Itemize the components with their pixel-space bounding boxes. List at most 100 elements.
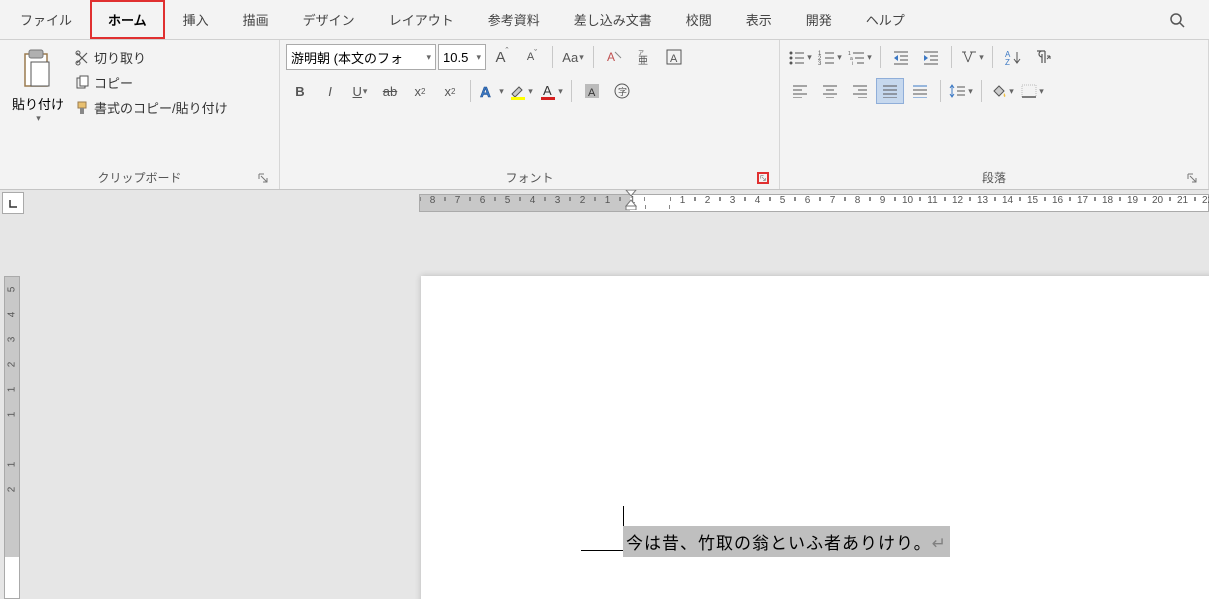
tab-help[interactable]: ヘルプ	[850, 2, 921, 37]
paint-bucket-icon	[990, 83, 1008, 99]
indent-marker[interactable]	[624, 190, 638, 210]
numbering-button[interactable]: 123▾	[816, 44, 844, 70]
char-shading-icon: A	[583, 82, 601, 100]
phonetic-guide-button[interactable]: ア亜	[630, 44, 658, 70]
shading-button[interactable]: ▾	[988, 78, 1016, 104]
chevron-down-icon: ▾	[426, 52, 431, 63]
menu-tabs: ファイル ホーム 挿入 描画 デザイン レイアウト 参考資料 差し込み文書 校閲…	[0, 0, 1209, 40]
tab-developer[interactable]: 開発	[790, 2, 848, 37]
multilevel-icon: 1ai	[848, 49, 866, 65]
sort-button[interactable]: AZ	[999, 44, 1027, 70]
svg-text:字: 字	[618, 86, 627, 97]
font-size-value: 10.5	[443, 50, 468, 65]
justify-button[interactable]	[876, 78, 904, 104]
tab-review[interactable]: 校閲	[670, 2, 728, 37]
tab-design[interactable]: デザイン	[287, 2, 371, 37]
svg-text:A: A	[588, 87, 596, 99]
subscript-button[interactable]: x2	[406, 78, 434, 104]
font-name-combo[interactable]: 游明朝 (本文のフォ ▾	[286, 44, 436, 70]
paste-icon	[19, 48, 57, 92]
bold-button[interactable]: B	[286, 78, 314, 104]
paragraph-launcher[interactable]	[1186, 172, 1198, 184]
character-border-button[interactable]: A	[660, 44, 688, 70]
underline-button[interactable]: U▾	[346, 78, 374, 104]
increase-indent-button[interactable]	[917, 44, 945, 70]
superscript-button[interactable]: x2	[436, 78, 464, 104]
format-painter-button[interactable]: 書式のコピー/貼り付け	[74, 98, 228, 117]
tab-draw[interactable]: 描画	[227, 2, 285, 37]
text-effects-button[interactable]: A▾	[477, 78, 505, 104]
distribute-button[interactable]	[906, 78, 934, 104]
tab-stop-icon	[7, 197, 19, 209]
asian-layout-icon	[960, 49, 978, 65]
search-icon	[1169, 12, 1185, 28]
outdent-icon	[892, 49, 910, 65]
tab-layout[interactable]: レイアウト	[373, 2, 470, 37]
font-group-label: フォント	[286, 166, 773, 189]
character-shading-button[interactable]: A	[578, 78, 606, 104]
highlighter-icon	[509, 82, 527, 100]
svg-text:A: A	[480, 84, 491, 100]
align-right-icon	[852, 84, 868, 98]
tab-file[interactable]: ファイル	[4, 2, 88, 37]
align-right-button[interactable]	[846, 78, 874, 104]
vertical-ruler[interactable]: 54321112	[4, 276, 20, 599]
copy-button[interactable]: コピー	[74, 73, 228, 92]
bullets-button[interactable]: ▾	[786, 44, 814, 70]
scissors-icon	[74, 50, 90, 66]
chevron-down-icon[interactable]: ▾	[36, 113, 41, 124]
italic-button[interactable]: I	[316, 78, 344, 104]
body-text: 今は昔、竹取の翁といふ者ありけり。	[626, 534, 932, 553]
enclose-icon: 字	[613, 82, 631, 100]
highlight-button[interactable]: ▾	[507, 78, 535, 104]
brush-icon	[74, 100, 90, 116]
paragraph-group-label: 段落	[786, 166, 1202, 189]
multilevel-list-button[interactable]: 1ai▾	[846, 44, 874, 70]
tab-insert[interactable]: 挿入	[167, 2, 225, 37]
ribbon: 貼り付け ▾ 切り取り コピー 書式のコピー/貼り付け クリップボード	[0, 40, 1209, 190]
horizontal-ruler[interactable]: 8765432111234567891011121314151617181920…	[419, 194, 1209, 212]
show-marks-button[interactable]	[1029, 44, 1057, 70]
font-color-button[interactable]: A▾	[537, 78, 565, 104]
pilcrow-icon	[1034, 49, 1052, 65]
svg-text:A: A	[670, 53, 678, 65]
text-effects-icon: A	[478, 82, 498, 100]
decrease-indent-button[interactable]	[887, 44, 915, 70]
line-spacing-button[interactable]: ▾	[947, 78, 975, 104]
increase-font-button[interactable]: Aˆ	[488, 44, 516, 70]
svg-text:亜: 亜	[638, 56, 648, 66]
svg-text:Z: Z	[1005, 58, 1010, 65]
copy-icon	[74, 75, 90, 91]
selected-text[interactable]: 今は昔、竹取の翁といふ者ありけり。↵	[623, 526, 950, 557]
tab-home[interactable]: ホーム	[90, 0, 165, 39]
font-color-icon: A	[539, 82, 557, 100]
char-border-icon: A	[665, 48, 683, 66]
align-left-button[interactable]	[786, 78, 814, 104]
clear-formatting-button[interactable]: A	[600, 44, 628, 70]
cut-button[interactable]: 切り取り	[74, 48, 228, 67]
justify-icon	[882, 84, 898, 98]
search-button[interactable]	[1149, 12, 1205, 28]
change-case-button[interactable]: Aa▾	[559, 44, 587, 70]
tab-view[interactable]: 表示	[730, 2, 788, 37]
chevron-down-icon: ▾	[476, 52, 481, 63]
document-area: 54321112 今は昔、竹取の翁といふ者ありけり。↵	[0, 216, 1209, 599]
asian-layout-button[interactable]: ▾	[958, 44, 986, 70]
font-size-combo[interactable]: 10.5 ▾	[438, 44, 486, 70]
clipboard-launcher[interactable]	[257, 172, 269, 184]
align-center-button[interactable]	[816, 78, 844, 104]
borders-button[interactable]: ▾	[1018, 78, 1046, 104]
paste-button[interactable]: 貼り付け ▾	[6, 44, 70, 128]
tab-mailings[interactable]: 差し込み文書	[558, 2, 668, 37]
indent-icon	[922, 49, 940, 65]
tab-stop-selector[interactable]	[2, 192, 24, 214]
ruby-icon: ア亜	[635, 48, 653, 66]
font-launcher[interactable]	[757, 172, 769, 184]
format-painter-label: 書式のコピー/貼り付け	[94, 98, 228, 117]
strikethrough-button[interactable]: ab	[376, 78, 404, 104]
tab-references[interactable]: 参考資料	[472, 2, 556, 37]
bullets-icon	[788, 49, 806, 65]
decrease-font-button[interactable]: Aˇ	[518, 44, 546, 70]
enclose-characters-button[interactable]: 字	[608, 78, 636, 104]
page[interactable]: 今は昔、竹取の翁といふ者ありけり。↵	[421, 276, 1209, 599]
